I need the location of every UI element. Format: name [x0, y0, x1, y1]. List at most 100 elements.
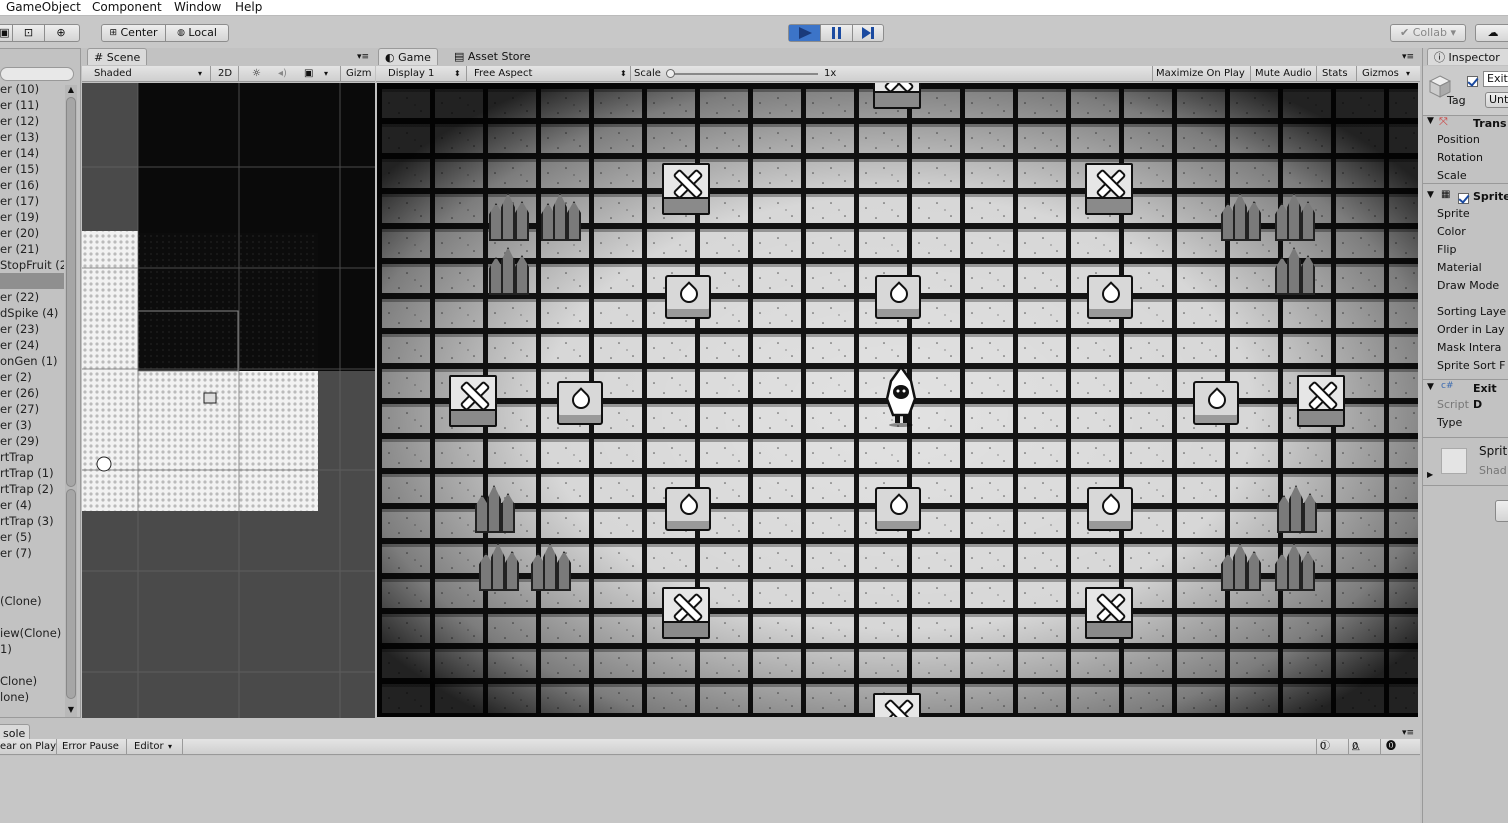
- list-item[interactable]: er (26): [0, 385, 39, 401]
- list-item[interactable]: rtTrap (2): [0, 481, 54, 497]
- audio-icon[interactable]: ◂): [278, 66, 287, 81]
- cloud-button[interactable]: ☁: [1475, 24, 1508, 42]
- list-item[interactable]: Clone): [0, 673, 37, 689]
- list-item[interactable]: er (24): [0, 337, 39, 353]
- scale-tool-icon[interactable]: ⊡: [13, 25, 45, 41]
- script-component: ▼ c# Exit D Script Type: [1423, 380, 1508, 438]
- tab-inspector[interactable]: ⓘ Inspector: [1427, 48, 1508, 65]
- menu-gameobject[interactable]: GameObject: [6, 0, 81, 15]
- rect-tool-icon[interactable]: ▣: [0, 25, 13, 41]
- scene-viewport[interactable]: [82, 83, 375, 718]
- gizmos-dropdown[interactable]: Gizmos: [1362, 66, 1399, 81]
- list-item[interactable]: er (17): [0, 193, 39, 209]
- step-button[interactable]: [853, 25, 883, 41]
- transform-header[interactable]: Trans: [1473, 116, 1507, 132]
- list-item[interactable]: er (29): [0, 433, 39, 449]
- pivot-local-button[interactable]: ◍ Local: [166, 25, 228, 41]
- add-component-button[interactable]: [1495, 500, 1508, 522]
- list-item[interactable]: er (16): [0, 177, 39, 193]
- play-button[interactable]: [789, 25, 821, 41]
- list-item[interactable]: lone): [0, 689, 29, 705]
- list-item[interactable]: er (11): [0, 97, 39, 113]
- game-panel-menu-icon[interactable]: ▾≡: [1402, 52, 1414, 62]
- pivot-local-label: Local: [188, 26, 217, 39]
- clear-on-play-toggle[interactable]: ear on Play: [0, 739, 56, 754]
- list-item[interactable]: (Clone): [0, 593, 42, 609]
- foldout-icon[interactable]: ▼: [1427, 190, 1434, 200]
- menu-component[interactable]: Component: [92, 0, 162, 15]
- effects-chevron-icon[interactable]: ▾: [324, 66, 328, 81]
- list-item[interactable]: rtTrap (3): [0, 513, 54, 529]
- list-item[interactable]: onGen (1): [0, 353, 58, 369]
- tab-game[interactable]: ◐ Game: [378, 48, 438, 65]
- pause-button[interactable]: [821, 25, 853, 41]
- list-item[interactable]: er (2): [0, 369, 32, 385]
- object-name-field[interactable]: Exit: [1483, 71, 1508, 87]
- list-item[interactable]: 1): [0, 641, 12, 657]
- list-item[interactable]: rtTrap (1): [0, 465, 54, 481]
- sprite-renderer-header[interactable]: Sprite: [1473, 189, 1508, 205]
- maximize-on-play-toggle[interactable]: Maximize On Play: [1156, 66, 1245, 81]
- foldout-collapsed-icon[interactable]: ▶: [1427, 470, 1433, 479]
- aspect-dropdown[interactable]: Free Aspect: [474, 66, 532, 81]
- play-controls: [788, 24, 884, 42]
- console-log-area[interactable]: [0, 756, 1420, 823]
- scale-slider-thumb[interactable]: [666, 69, 675, 78]
- foldout-icon[interactable]: ▼: [1427, 116, 1434, 126]
- list-item[interactable]: er (15): [0, 161, 39, 177]
- transform-tool-icon[interactable]: ⊕: [45, 25, 77, 41]
- list-item[interactable]: er (27): [0, 401, 39, 417]
- list-item[interactable]: er (20): [0, 225, 39, 241]
- list-item-selected[interactable]: [0, 273, 64, 289]
- scrollbar-thumb-lower[interactable]: [66, 489, 76, 699]
- error-pause-toggle[interactable]: Error Pause: [62, 739, 119, 754]
- list-item[interactable]: er (19): [0, 209, 39, 225]
- scroll-down-icon[interactable]: ▼: [66, 705, 76, 715]
- rock-spike: [487, 191, 533, 243]
- mute-audio-toggle[interactable]: Mute Audio: [1255, 66, 1312, 81]
- hierarchy-scrollbar[interactable]: ▲ ▼: [65, 85, 77, 717]
- console-menu-icon[interactable]: ▾≡: [1402, 728, 1414, 738]
- list-item[interactable]: iew(Clone): [0, 625, 61, 641]
- scale-slider[interactable]: [666, 69, 818, 78]
- list-item[interactable]: dSpike (4): [0, 305, 58, 321]
- list-item[interactable]: er (3): [0, 417, 32, 433]
- list-item[interactable]: er (5): [0, 529, 32, 545]
- scroll-up-icon[interactable]: ▲: [66, 85, 76, 95]
- list-item[interactable]: er (22): [0, 289, 39, 305]
- stats-toggle[interactable]: Stats: [1322, 66, 1348, 81]
- list-item[interactable]: er (4): [0, 497, 32, 513]
- 2d-toggle[interactable]: 2D: [218, 66, 232, 81]
- pivot-center-button[interactable]: ⊞ Center: [102, 25, 166, 41]
- effects-icon[interactable]: ▣: [304, 66, 313, 81]
- panel-menu-icon[interactable]: ▾≡: [357, 52, 369, 62]
- tab-scene[interactable]: # Scene: [87, 48, 148, 65]
- list-item[interactable]: er (13): [0, 129, 39, 145]
- hierarchy-search-input[interactable]: [0, 67, 74, 81]
- light-icon[interactable]: ☼: [252, 66, 261, 81]
- list-item[interactable]: er (10): [0, 81, 39, 97]
- list-item[interactable]: StopFruit (2: [0, 257, 64, 273]
- list-item[interactable]: er (23): [0, 321, 39, 337]
- object-header: Exit Tag Unt: [1423, 66, 1508, 116]
- list-item[interactable]: er (7): [0, 545, 32, 561]
- collab-button[interactable]: ✔ Collab ▾: [1390, 24, 1466, 42]
- game-viewport[interactable]: [377, 83, 1418, 717]
- display-dropdown[interactable]: Display 1: [388, 66, 434, 81]
- tag-dropdown[interactable]: Unt: [1485, 92, 1508, 108]
- sprite-renderer-enabled-checkbox[interactable]: [1458, 192, 1469, 204]
- editor-dropdown[interactable]: Editor: [134, 739, 164, 754]
- list-item[interactable]: er (21): [0, 241, 39, 257]
- scrollbar-thumb[interactable]: [66, 97, 76, 487]
- script-header[interactable]: Exit D: [1473, 381, 1508, 413]
- list-item[interactable]: rtTrap: [0, 449, 34, 465]
- tab-asset-store[interactable]: ▤ Asset Store: [448, 48, 537, 65]
- menu-help[interactable]: Help: [235, 0, 262, 15]
- menu-window[interactable]: Window: [174, 0, 221, 15]
- list-item[interactable]: er (14): [0, 145, 39, 161]
- material-field-label: Material: [1437, 261, 1482, 274]
- foldout-icon[interactable]: ▼: [1427, 382, 1434, 392]
- list-item[interactable]: er (12): [0, 113, 39, 129]
- active-checkbox[interactable]: [1467, 75, 1478, 87]
- scene-gizmos-button[interactable]: Gizm: [346, 66, 372, 81]
